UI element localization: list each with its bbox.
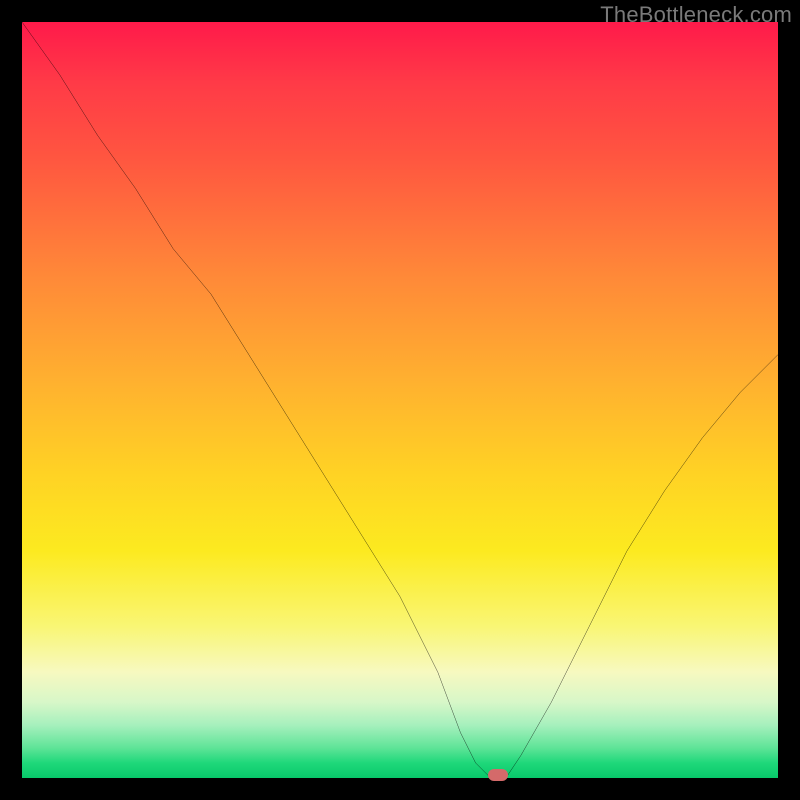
plot-area <box>22 22 778 778</box>
watermark-text: TheBottleneck.com <box>600 2 792 28</box>
bottleneck-curve <box>22 22 778 778</box>
chart-frame: TheBottleneck.com <box>0 0 800 800</box>
optimal-marker <box>488 769 508 781</box>
